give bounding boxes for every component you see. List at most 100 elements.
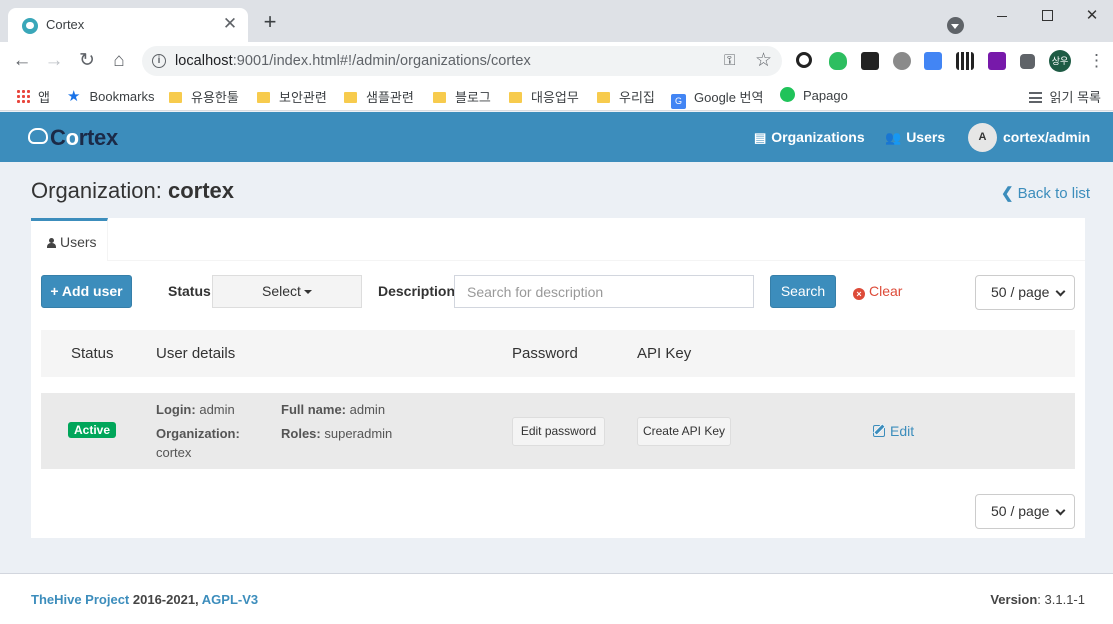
times-circle-icon: ×	[853, 288, 865, 300]
users-panel: Users + Add user Status Select Descripti…	[31, 218, 1085, 538]
thehive-project-link[interactable]: TheHive Project	[31, 592, 129, 607]
sync-extension-icon[interactable]	[796, 52, 812, 68]
search-button[interactable]: Search	[770, 275, 836, 308]
back-arrow-icon[interactable]: ←	[10, 49, 34, 73]
footer: TheHive Project 2016-2021, AGPL-V3 Versi…	[0, 573, 1113, 624]
description-label: Description	[378, 283, 456, 299]
bookmark-folder[interactable]: 대응업무	[509, 87, 579, 106]
tabs-row: Users	[31, 218, 1085, 261]
app-navbar: Cortex ▤ Organizations 👥 Users cortex/admi…	[0, 112, 1113, 162]
nav-organizations[interactable]: ▤ Organizations	[754, 129, 865, 146]
fullname-detail: Full name: admin	[281, 402, 386, 417]
nav-current-user[interactable]: cortex/admin	[1003, 129, 1090, 145]
folder-icon	[344, 92, 357, 103]
reading-list-icon	[1028, 92, 1042, 103]
font-extension-icon[interactable]	[861, 52, 879, 70]
brain-icon	[28, 128, 48, 144]
back-to-list-link[interactable]: ❮ Back to list	[1001, 184, 1090, 202]
key-icon[interactable]: ⚿	[724, 52, 735, 69]
bookmark-bookmarks[interactable]: ★ Bookmarks	[67, 87, 154, 105]
file-icon: ▤	[754, 130, 767, 145]
translate-extension-icon[interactable]	[924, 52, 942, 70]
column-header-api-key: API Key	[637, 345, 692, 362]
bookmark-folder[interactable]: 블로그	[433, 87, 491, 106]
footer-copyright: TheHive Project 2016-2021, AGPL-V3	[31, 592, 259, 607]
caret-down-icon	[303, 290, 312, 294]
new-tab-icon[interactable]: +	[258, 11, 282, 35]
bookmark-star-icon[interactable]: ☆	[755, 49, 772, 72]
bookmark-folder[interactable]: 보안관련	[257, 87, 327, 106]
page-size-select[interactable]: 50 / page	[975, 275, 1075, 310]
browser-toolbar: ← → ↻ ⌂ i localhost:9001/index.html#!/ad…	[0, 42, 1113, 80]
folder-icon	[433, 92, 446, 103]
organization-detail-value: cortex	[156, 445, 192, 460]
tab-users[interactable]: Users	[31, 218, 108, 261]
license-link[interactable]: AGPL-V3	[202, 592, 258, 607]
footer-version: Version: 3.1.1-1	[990, 592, 1085, 607]
forward-arrow-icon[interactable]: →	[42, 49, 66, 73]
minimize-icon[interactable]	[990, 6, 1014, 28]
description-search-input[interactable]	[454, 275, 754, 308]
bookmark-folder[interactable]: 우리집	[597, 87, 655, 106]
folder-icon	[597, 92, 610, 103]
bookmark-papago[interactable]: Papago	[780, 87, 848, 103]
chevron-down-icon	[1055, 505, 1066, 516]
chevron-left-icon: ❮	[1001, 185, 1014, 202]
column-header-status: Status	[71, 345, 114, 362]
add-user-button[interactable]: + Add user	[41, 275, 132, 308]
table-row: Active Login: admin Organization: cortex…	[41, 393, 1075, 469]
reading-list[interactable]: 읽기 목록	[1028, 87, 1101, 106]
users-icon: 👥	[885, 130, 902, 145]
cortex-favicon-icon	[22, 18, 38, 34]
home-icon[interactable]: ⌂	[107, 49, 131, 73]
status-badge: Active	[68, 422, 117, 438]
clear-button[interactable]: × Clear	[853, 283, 902, 300]
browser-tab[interactable]: Cortex ✕	[8, 8, 248, 42]
info-icon[interactable]: i	[152, 54, 166, 68]
browser-tab-strip: Cortex ✕ + ✕	[0, 0, 1113, 42]
roles-detail: Roles: superadmin	[281, 426, 393, 441]
column-header-password: Password	[512, 345, 578, 362]
column-header-user-details: User details	[156, 345, 236, 362]
edit-password-button[interactable]: Edit password	[512, 417, 605, 446]
apps-grid-icon[interactable]	[16, 89, 30, 103]
reload-icon[interactable]: ↻	[75, 49, 99, 73]
status-label: Status	[168, 283, 211, 299]
login-detail: Login: admin	[156, 402, 235, 417]
page-size-select-bottom[interactable]: 50 / page	[975, 494, 1075, 529]
chevron-down-icon	[1055, 286, 1066, 297]
address-bar[interactable]: i localhost:9001/index.html#!/admin/orga…	[142, 46, 782, 76]
extensions-puzzle-icon[interactable]	[1020, 54, 1035, 69]
bookmarks-bar: 앱 ★ Bookmarks 유용한툴 보안관련 샘플관련 블로그 대응업무 우리집…	[0, 80, 1113, 111]
folder-icon	[257, 92, 270, 103]
user-icon	[47, 238, 56, 248]
bookmark-google-translate[interactable]: G Google 번역	[671, 87, 763, 109]
bookmark-folder[interactable]: 샘플관련	[344, 87, 414, 106]
google-translate-icon: G	[671, 94, 686, 109]
profile-avatar[interactable]: 상우	[1049, 50, 1071, 72]
cortex-logo[interactable]: Cortex	[28, 125, 118, 151]
star-icon: ★	[67, 88, 81, 105]
edit-icon	[873, 425, 885, 437]
url-text: localhost:9001/index.html#!/admin/organi…	[175, 53, 531, 69]
qr-extension-icon[interactable]	[956, 52, 974, 70]
organization-detail-label: Organization:	[156, 426, 240, 441]
nav-users[interactable]: 👥 Users	[885, 129, 945, 146]
close-icon[interactable]: ✕	[220, 14, 240, 34]
bookmark-apps[interactable]: 앱	[38, 87, 50, 106]
avatar[interactable]: A	[968, 123, 997, 152]
tab-title: Cortex	[46, 17, 85, 32]
create-api-key-button[interactable]: Create API Key	[637, 417, 731, 446]
onenote-extension-icon[interactable]	[988, 52, 1006, 70]
folder-icon	[509, 92, 522, 103]
tomato-extension-icon[interactable]	[893, 52, 911, 70]
edit-user-link[interactable]: Edit	[873, 423, 914, 439]
evernote-extension-icon[interactable]	[829, 52, 847, 70]
menu-kebab-icon[interactable]: ⋮	[1088, 51, 1105, 71]
status-select[interactable]: Select	[212, 275, 362, 308]
window-close-icon[interactable]: ✕	[1080, 6, 1104, 28]
bookmark-folder[interactable]: 유용한툴	[169, 87, 239, 106]
table-header: Status User details Password API Key	[41, 330, 1075, 377]
tab-search-icon[interactable]	[947, 17, 964, 34]
maximize-icon[interactable]	[1035, 6, 1059, 28]
